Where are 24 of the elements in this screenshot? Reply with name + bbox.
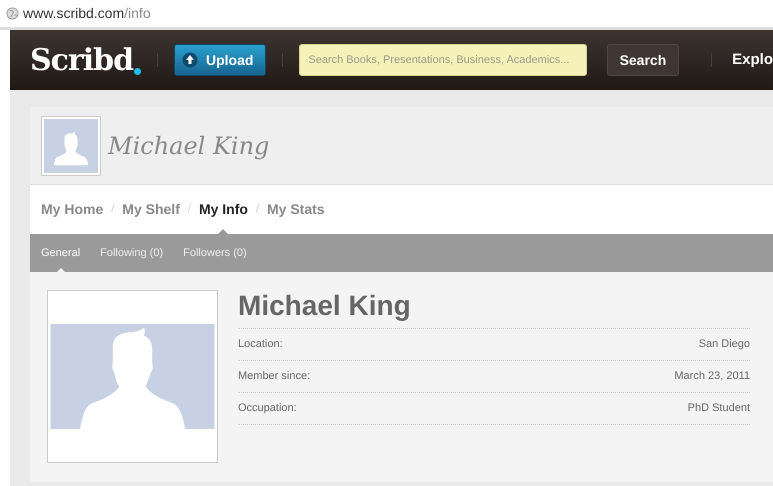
url-text: www.scribd.com/info <box>23 4 151 23</box>
explore-link[interactable]: Explo <box>732 48 773 72</box>
nav-separator: / <box>256 202 259 218</box>
nav-tab[interactable]: My Stats <box>267 199 325 220</box>
field-label: Occupation: <box>238 401 297 416</box>
nav-tab[interactable]: My Info <box>198 199 248 220</box>
nav-tab[interactable]: My Shelf <box>122 199 180 220</box>
profile-name: Michael King <box>238 290 750 329</box>
scribd-logo[interactable]: Scribd <box>30 38 142 82</box>
field-label: Location: <box>238 337 283 352</box>
field-value: PhD Student <box>688 401 750 416</box>
subnav-tab[interactable]: Following (0) <box>100 244 164 262</box>
upload-button[interactable]: Upload <box>174 44 266 76</box>
field-value: March 23, 2011 <box>674 369 750 384</box>
field-label: Member since: <box>238 369 310 384</box>
subnav-tab[interactable]: Followers (0) <box>183 244 247 262</box>
subnav-tab[interactable]: General <box>41 244 80 262</box>
profile-name: Michael King <box>108 130 270 162</box>
nav-separator: / <box>188 202 191 218</box>
search-field[interactable]: Search Books, Presentations, Business, Academics... <box>299 44 587 76</box>
nav-separator: / <box>111 202 114 218</box>
nav-tab[interactable]: My Home <box>41 199 104 220</box>
field-value: San Diego <box>698 337 750 352</box>
search-button[interactable]: Search <box>606 44 680 76</box>
